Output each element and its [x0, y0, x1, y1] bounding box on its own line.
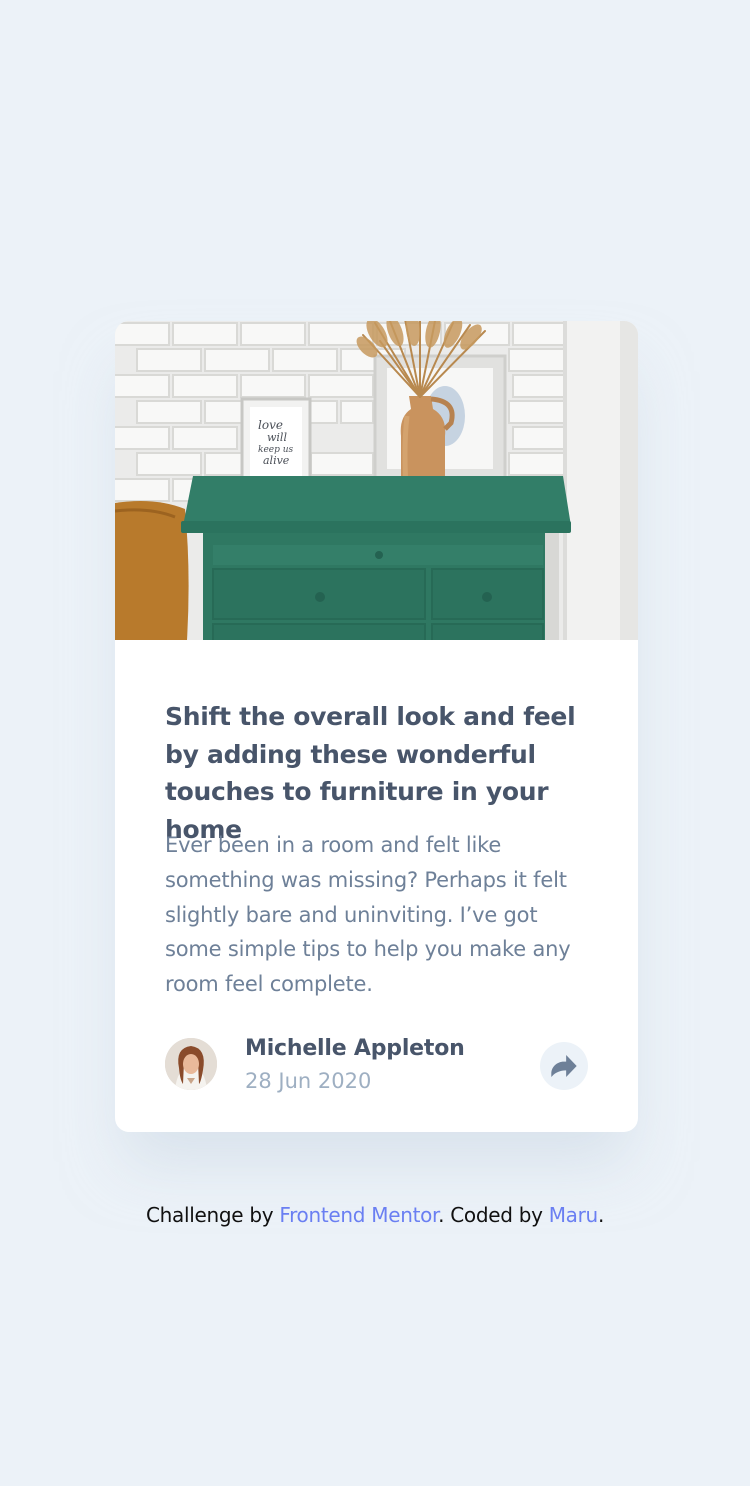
author-name: Michelle Appleton — [245, 1036, 465, 1061]
attribution-suffix: . — [597, 1203, 604, 1227]
share-button[interactable] — [540, 1042, 588, 1090]
publish-date: 28 Jun 2020 — [245, 1069, 372, 1093]
frontend-mentor-link[interactable]: Frontend Mentor — [279, 1203, 438, 1227]
attribution: Challenge by Frontend Mentor. Coded by M… — [0, 1203, 750, 1227]
share-icon — [551, 1055, 577, 1077]
attribution-prefix: Challenge by — [145, 1203, 280, 1227]
svg-text:alive: alive — [263, 454, 290, 467]
author-info: Michelle Appleton 28 Jun 2020 — [245, 1034, 465, 1096]
article-card: love will keep us alive Shift the overal… — [115, 321, 638, 1132]
article-description: Ever been in a room and felt like someth… — [165, 833, 571, 997]
author-link[interactable]: Maru — [549, 1203, 599, 1227]
author-avatar — [165, 1038, 217, 1090]
article-title: Shift the overall look and feel by addin… — [165, 702, 576, 844]
frame-lettering: love — [258, 418, 283, 432]
hero-image: love will keep us alive — [115, 321, 638, 640]
svg-text:will: will — [267, 431, 287, 444]
attribution-middle: . Coded by — [438, 1203, 549, 1227]
